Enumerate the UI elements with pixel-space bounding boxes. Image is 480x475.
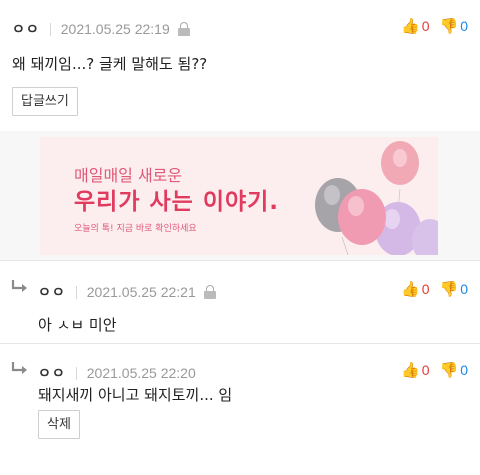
like-count: 0 bbox=[421, 18, 430, 34]
reply-arrow-icon bbox=[11, 362, 27, 374]
dislike-button[interactable]: 👎 0 bbox=[440, 281, 468, 297]
comment-date: 2021.05.25 22:20 bbox=[86, 365, 196, 381]
thumbs-down-icon: 👎 bbox=[439, 17, 459, 35]
vote-group: 👍 0 👎 0 bbox=[401, 362, 468, 378]
like-button[interactable]: 👍 0 bbox=[401, 362, 429, 378]
comment-item: ㅇㅇ 2021.05.25 22:19 👍 0 👎 0 왜 돼끼임...? 글케… bbox=[0, 0, 480, 132]
divider bbox=[75, 366, 77, 380]
reply-comment-item: ㅇㅇ 2021.05.25 22:20 👍 0 👎 0 돼지새끼 아니고 돼지토… bbox=[0, 344, 480, 475]
ad-banner-area: 매일매일 새로운 우리가 사는 이야기. 오늘의 톡! 지금 바로 확인하세요 bbox=[0, 131, 480, 261]
comment-meta: ㅇㅇ 2021.05.25 22:20 bbox=[38, 363, 196, 383]
reply-comment-item: ㅇㅇ 2021.05.25 22:21 👍 0 👎 0 아 ㅅㅂ 미안 bbox=[0, 261, 480, 344]
ad-subtext: 오늘의 톡! 지금 바로 확인하세요 bbox=[74, 224, 197, 234]
vote-group: 👍 0 👎 0 bbox=[401, 18, 468, 34]
dislike-count: 0 bbox=[460, 281, 468, 297]
comment-meta: ㅇㅇ 2021.05.25 22:21 bbox=[38, 282, 216, 302]
ad-headline: 우리가 사는 이야기. bbox=[74, 189, 280, 215]
comment-nickname: ㅇㅇ bbox=[38, 366, 66, 382]
thumbs-down-icon: 👎 bbox=[439, 280, 459, 298]
ad-banner[interactable]: 매일매일 새로운 우리가 사는 이야기. 오늘의 톡! 지금 바로 확인하세요 bbox=[40, 137, 438, 255]
like-count: 0 bbox=[421, 362, 430, 378]
reply-arrow-icon bbox=[11, 280, 27, 292]
balloons-image bbox=[315, 141, 438, 255]
like-count: 0 bbox=[421, 281, 430, 297]
delete-button[interactable]: 삭제 bbox=[38, 410, 80, 439]
dislike-count: 0 bbox=[460, 18, 468, 34]
divider bbox=[75, 285, 77, 299]
comment-text: 돼지새끼 아니고 돼지토끼... 임 bbox=[38, 386, 233, 404]
comment-meta: ㅇㅇ 2021.05.25 22:19 bbox=[12, 19, 190, 39]
divider bbox=[49, 22, 51, 36]
thumbs-up-icon: 👍 bbox=[401, 280, 420, 298]
comment-date: 2021.05.25 22:19 bbox=[60, 21, 170, 37]
comment-text: 아 ㅅㅂ 미안 bbox=[38, 316, 117, 334]
comment-nickname: ㅇㅇ bbox=[38, 285, 66, 301]
like-button[interactable]: 👍 0 bbox=[401, 18, 429, 34]
dislike-button[interactable]: 👎 0 bbox=[440, 18, 468, 34]
lock-icon bbox=[177, 22, 190, 36]
dislike-count: 0 bbox=[460, 362, 468, 378]
reply-button[interactable]: 답글쓰기 bbox=[12, 87, 78, 116]
comment-text: 왜 돼끼임...? 글케 말해도 됨?? bbox=[12, 55, 208, 73]
like-button[interactable]: 👍 0 bbox=[401, 281, 429, 297]
thumbs-up-icon: 👍 bbox=[401, 361, 420, 379]
comment-nickname: ㅇㅇ bbox=[12, 22, 40, 38]
thumbs-down-icon: 👎 bbox=[439, 361, 459, 379]
thumbs-up-icon: 👍 bbox=[401, 17, 420, 35]
vote-group: 👍 0 👎 0 bbox=[401, 281, 468, 297]
comment-date: 2021.05.25 22:21 bbox=[86, 284, 196, 300]
lock-icon bbox=[203, 285, 216, 299]
dislike-button[interactable]: 👎 0 bbox=[440, 362, 468, 378]
